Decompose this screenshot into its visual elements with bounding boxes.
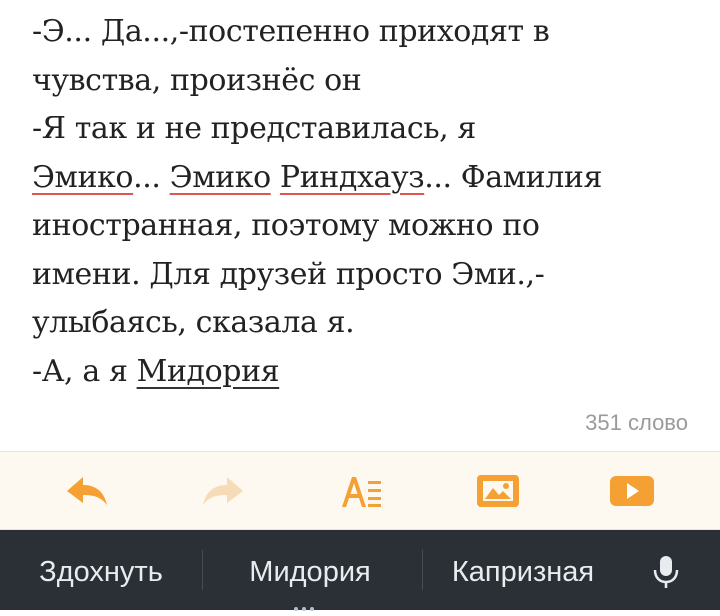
microphone-icon (653, 556, 679, 588)
text-segment (271, 160, 280, 195)
misspelled-word: Эмико (32, 159, 134, 195)
suggestion-1[interactable]: Здохнуть (6, 530, 196, 610)
text-line: Эмико... Эмико Риндхауз... Фамилия (32, 154, 702, 203)
text-segment: улыбаясь, сказала я. (32, 305, 355, 340)
text-segment: ... (133, 159, 170, 195)
underlined-word: Мидория (136, 353, 280, 389)
document-text[interactable]: -Э... Да...,-постепенно приходят в чувств… (32, 8, 702, 396)
misspelled-word: Риндхауз (279, 159, 425, 195)
text-line: чувства, произнёс он (32, 57, 702, 106)
video-play-icon (610, 476, 654, 506)
editor-toolbar (0, 451, 720, 530)
text-segment: -Я так и не представилась, я (32, 111, 476, 146)
text-format-button[interactable] (334, 466, 390, 516)
text-line: -Э... Да...,-постепенно приходят в (32, 8, 702, 57)
image-icon (477, 475, 519, 507)
story-editor[interactable]: -Э... Да...,-постепенно приходят в чувств… (0, 0, 720, 450)
text-segment: -А, а я (32, 353, 137, 389)
text-segment: имени. Для друзей просто Эми.,- (32, 256, 545, 292)
divider (422, 550, 423, 590)
insert-video-button[interactable] (604, 466, 660, 516)
text-line: иностранная, поэтому можно по (32, 202, 702, 251)
misspelled-word: Эмико (169, 159, 272, 195)
redo-arrow-icon (203, 477, 243, 505)
text-line: -А, а я Мидория (32, 348, 702, 397)
text-line: -Я так и не представилась, я (32, 105, 702, 154)
text-line: улыбаясь, сказала я. (32, 299, 702, 348)
divider (202, 550, 203, 590)
text-segment: ... Фамилия (424, 159, 603, 195)
text-line: имени. Для друзей просто Эми.,- (32, 251, 702, 300)
undo-arrow-icon (67, 477, 107, 505)
keyboard-suggestion-bar: Здохнуть Мидория Капризная (0, 530, 720, 611)
insert-image-button[interactable] (470, 466, 526, 516)
more-suggestions-icon[interactable] (294, 598, 324, 611)
text-segment: иностранная, поэтому можно по (32, 208, 540, 243)
voice-input-button[interactable] (646, 552, 686, 592)
suggestion-3[interactable]: Капризная (428, 530, 618, 610)
text-format-icon (342, 477, 381, 507)
redo-button[interactable] (196, 466, 252, 516)
text-segment: -Э... Да...,-постепенно приходят в (32, 14, 550, 49)
undo-button[interactable] (58, 466, 114, 516)
text-segment: чувства, произнёс он (32, 62, 362, 98)
word-count: 351 слово (585, 410, 688, 435)
